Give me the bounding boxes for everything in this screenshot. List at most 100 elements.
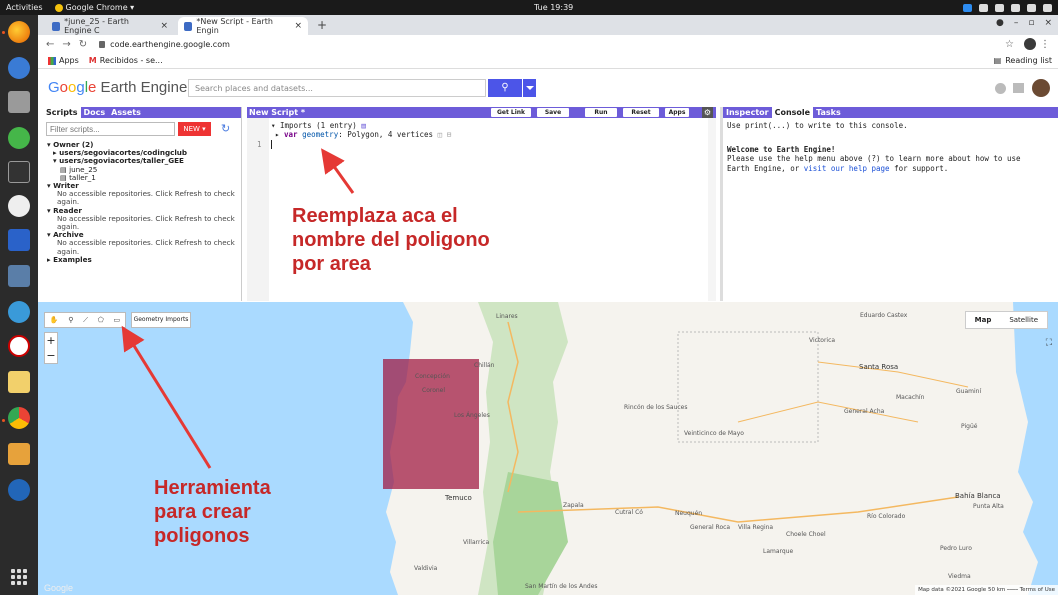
- geometry-imports-button[interactable]: Geometry Imports: [131, 312, 191, 328]
- menu-icon[interactable]: ⋮: [1040, 39, 1050, 50]
- gee-logo[interactable]: Google Earth Engine: [48, 79, 187, 96]
- reading-list-label: Reading list: [1005, 56, 1052, 65]
- close-window-icon[interactable]: ×: [1044, 18, 1052, 28]
- new-button[interactable]: NEW ▾: [178, 122, 211, 136]
- wifi-icon[interactable]: [1011, 3, 1020, 12]
- zoom-in-icon[interactable]: +: [45, 333, 57, 348]
- chrome-dock-icon[interactable]: [8, 407, 30, 429]
- bookmark-star-icon[interactable]: ☆: [1005, 39, 1014, 50]
- hand-tool-icon[interactable]: ✋: [50, 316, 59, 324]
- reading-list[interactable]: ▤ Reading list: [994, 56, 1052, 65]
- point-tool-icon[interactable]: ⚲: [68, 316, 73, 324]
- map-place-label: General Roca: [690, 524, 731, 531]
- tab-tasks[interactable]: Tasks: [813, 107, 844, 118]
- feedback-icon[interactable]: [1013, 83, 1024, 93]
- firefox-icon[interactable]: [8, 21, 30, 43]
- maximize-icon[interactable]: ▫: [1028, 18, 1034, 28]
- bookmark-gmail[interactable]: M Recibidos - se...: [89, 56, 163, 65]
- line-tool-icon[interactable]: ⟋: [83, 316, 88, 325]
- reload-icon[interactable]: ↻: [79, 39, 87, 50]
- gee-header: Google Earth Engine Search places and da…: [38, 69, 1058, 107]
- qgis-icon[interactable]: [8, 265, 30, 287]
- fullscreen-icon[interactable]: ⛶: [1046, 338, 1052, 348]
- impress-icon[interactable]: [8, 443, 30, 465]
- bookmark-apps[interactable]: Apps: [48, 56, 79, 65]
- editor-scrollbar[interactable]: [708, 118, 716, 301]
- map-place-label: Victorica: [809, 337, 836, 344]
- inkscape-icon[interactable]: [8, 195, 30, 217]
- profile-avatar[interactable]: [1024, 38, 1036, 50]
- new-tab-icon[interactable]: +: [317, 18, 327, 32]
- tab-console[interactable]: Console: [771, 107, 814, 118]
- slack-icon[interactable]: [8, 301, 30, 323]
- apps-button[interactable]: Apps: [665, 108, 689, 117]
- zoom-out-icon[interactable]: −: [45, 348, 57, 363]
- files-icon[interactable]: [8, 91, 30, 113]
- search-dropdown-button[interactable]: [523, 79, 536, 97]
- settings-gear-icon[interactable]: ⚙: [702, 107, 713, 118]
- terminal-icon[interactable]: [8, 161, 30, 183]
- tree-item[interactable]: ▸ Examples: [47, 255, 237, 264]
- tab-scripts[interactable]: Scripts: [43, 107, 81, 118]
- tab-assets[interactable]: Assets: [108, 107, 144, 118]
- console-support-line: Earth Engine, or visit our help page for…: [727, 164, 949, 173]
- filter-scripts-input[interactable]: [46, 122, 175, 136]
- reader-icon[interactable]: [8, 335, 30, 357]
- activities-button[interactable]: Activities: [6, 3, 43, 12]
- map-background: [38, 302, 1058, 595]
- night-light-icon[interactable]: [995, 3, 1004, 12]
- annotation-polygon-tool: Herramienta para crear poligonos: [154, 477, 271, 547]
- back-icon[interactable]: ←: [46, 39, 54, 50]
- map-type-satellite[interactable]: Satellite: [1000, 312, 1047, 328]
- clipboard-icon[interactable]: [979, 3, 988, 12]
- imports-toggle-icon[interactable]: ▤: [361, 121, 366, 130]
- reading-list-icon: ▤: [993, 56, 1002, 65]
- map-place-label: Neuquén: [675, 510, 703, 517]
- volume-icon[interactable]: [1027, 3, 1036, 12]
- tree-note: No accessible repositories. Click Refres…: [57, 213, 235, 232]
- polygon-tool-icon[interactable]: ⬠: [98, 316, 104, 324]
- lock-icon[interactable]: [99, 40, 106, 48]
- zoom-icon[interactable]: [963, 3, 972, 12]
- rstudio-icon[interactable]: [8, 127, 30, 149]
- avatar[interactable]: [1032, 79, 1050, 97]
- disk-icon[interactable]: [8, 371, 30, 393]
- clock[interactable]: Tue 19:39: [534, 3, 573, 12]
- map-attribution[interactable]: Map data ©2021 Google 50 km ⎯⎯⎯⎯ Terms o…: [915, 585, 1058, 595]
- text-cursor[interactable]: [271, 140, 274, 149]
- url-field[interactable]: code.earthengine.google.com: [110, 40, 230, 49]
- battery-icon[interactable]: [1043, 3, 1052, 12]
- tab-june25[interactable]: *june_25 - Earth Engine C ×: [46, 17, 174, 35]
- thunderbird-icon[interactable]: [8, 57, 30, 79]
- tab-inspector[interactable]: Inspector: [723, 107, 772, 118]
- close-tab-icon[interactable]: ×: [160, 21, 168, 31]
- tab-search-icon[interactable]: ●: [996, 18, 1004, 28]
- system-tray[interactable]: [963, 3, 1052, 12]
- help-page-link[interactable]: visit our help page: [804, 164, 890, 173]
- reset-button[interactable]: Reset: [623, 108, 659, 117]
- refresh-icon[interactable]: ↻: [221, 122, 230, 135]
- imports-line[interactable]: ▾ Imports (1 entry) ▤: [271, 121, 366, 130]
- tab-new-script[interactable]: *New Script - Earth Engin ×: [178, 17, 308, 35]
- r-icon[interactable]: [8, 479, 30, 501]
- run-button[interactable]: Run: [585, 108, 617, 117]
- tab-label: *New Script - Earth Engin: [196, 17, 273, 35]
- writer-icon[interactable]: [8, 229, 30, 251]
- geometry-import[interactable]: ▸ var geometry: Polygon, 4 vertices ◫ ⊟: [275, 130, 451, 139]
- help-icon[interactable]: [995, 83, 1006, 94]
- map-type-map[interactable]: Map: [966, 312, 1001, 328]
- save-button[interactable]: Save: [537, 108, 569, 117]
- map-type-toggle: Map Satellite: [964, 311, 1048, 329]
- minimize-icon[interactable]: –: [1014, 18, 1019, 28]
- close-tab-icon[interactable]: ×: [294, 21, 302, 31]
- show-apps-icon[interactable]: [11, 569, 27, 585]
- search-input[interactable]: Search places and datasets...: [188, 79, 486, 97]
- app-menu[interactable]: Google Chrome ▾: [54, 3, 134, 12]
- tab-docs[interactable]: Docs: [81, 107, 109, 118]
- map-canvas[interactable]: Linares Chillán Concepción Coronel Los Ángel…: [38, 302, 1058, 595]
- rectangle-tool-icon[interactable]: ▭: [114, 316, 121, 324]
- earth-engine-favicon-icon: [184, 21, 193, 31]
- forward-icon[interactable]: →: [62, 39, 70, 50]
- search-button[interactable]: ⚲: [488, 79, 522, 97]
- get-link-button[interactable]: Get Link: [491, 108, 531, 117]
